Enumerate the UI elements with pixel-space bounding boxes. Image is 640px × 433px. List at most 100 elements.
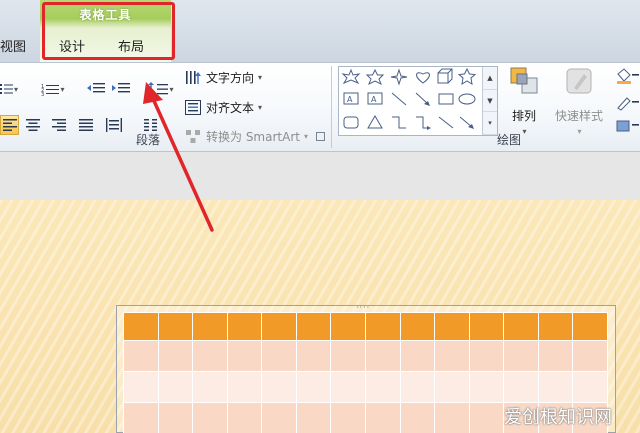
table-cell[interactable] [503, 371, 539, 403]
table-cell[interactable] [226, 371, 263, 403]
table-cell[interactable] [157, 402, 194, 433]
table-cell[interactable] [123, 371, 159, 403]
table-cell[interactable] [261, 312, 297, 341]
table-cell[interactable] [192, 312, 228, 341]
table-cell[interactable] [157, 312, 194, 341]
line-spacing-button[interactable]: ▾ [146, 79, 176, 99]
shape-outline-button[interactable] [614, 93, 640, 113]
increase-indent-button[interactable] [110, 79, 132, 99]
gallery-down-icon[interactable]: ▼ [483, 90, 497, 113]
drawing-group-label: 绘图 [497, 133, 522, 147]
arrange-button[interactable]: 排列 [506, 66, 542, 124]
table-row[interactable] [123, 340, 608, 372]
table-cell[interactable] [364, 402, 401, 433]
cube-shape-icon [437, 68, 453, 84]
numbering-button[interactable]: 123 ▾ [36, 79, 70, 99]
table-row[interactable] [123, 371, 608, 403]
convert-smartart-button[interactable]: 转换为 SmartArt ▾ [184, 128, 308, 145]
table-cell[interactable] [192, 402, 228, 433]
columns-icon [144, 119, 157, 131]
table-cell[interactable] [261, 402, 297, 433]
align-center-button[interactable] [22, 115, 44, 135]
align-right-icon [52, 119, 66, 131]
justify-icon [79, 119, 93, 131]
table-cell[interactable] [364, 340, 401, 372]
align-right-button[interactable] [48, 115, 70, 135]
table-cell[interactable] [123, 340, 159, 372]
chevron-down-icon: ▾ [258, 103, 263, 112]
table-cell[interactable] [572, 340, 608, 372]
table-cell[interactable] [157, 340, 194, 372]
bullets-button[interactable]: ▾ [0, 79, 18, 99]
chevron-down-icon: ▾ [577, 127, 582, 136]
table-cell[interactable] [330, 312, 366, 341]
table-cell[interactable] [399, 402, 436, 433]
table-cell[interactable] [295, 402, 332, 433]
text-direction-icon [184, 70, 202, 86]
align-text-button[interactable]: 对齐文本 ▾ [184, 99, 262, 116]
table-cell[interactable] [226, 312, 263, 341]
table-cell[interactable] [226, 402, 263, 433]
quick-styles-dropdown[interactable]: ▾ [549, 123, 609, 137]
table-cell[interactable] [192, 340, 228, 372]
table-cell[interactable] [399, 340, 436, 372]
table-cell[interactable] [295, 371, 332, 403]
table-cell[interactable] [468, 312, 505, 341]
justify-button[interactable] [75, 115, 97, 135]
shapes-gallery[interactable]: A A [338, 66, 498, 136]
table-cell[interactable] [537, 312, 574, 341]
table-cell[interactable] [468, 340, 505, 372]
text-direction-button[interactable]: 文字方向 ▾ [184, 69, 262, 86]
table-cell[interactable] [192, 371, 228, 403]
table-cell[interactable] [330, 402, 366, 433]
table-cell[interactable] [503, 340, 539, 372]
table-header-row[interactable] [123, 312, 608, 341]
table-cell[interactable] [503, 312, 539, 341]
table-cell[interactable] [330, 340, 366, 372]
paragraph-dialog-launcher[interactable] [316, 132, 325, 141]
table-cell[interactable] [364, 371, 401, 403]
numbered-list-icon: 123 [41, 84, 60, 96]
decrease-indent-button[interactable] [85, 79, 107, 99]
shape-fill-button[interactable] [614, 66, 640, 86]
increase-indent-icon [112, 83, 130, 93]
table-cell[interactable] [157, 371, 194, 403]
table-cell[interactable] [468, 402, 505, 433]
gallery-scroll[interactable]: ▲ ▼ ▾ [482, 67, 497, 136]
group-divider [331, 66, 332, 148]
table-cell[interactable] [537, 340, 574, 372]
arrange-icon [510, 67, 538, 94]
table-cell[interactable] [572, 371, 608, 403]
table-cell[interactable] [434, 402, 470, 433]
quick-styles-button[interactable]: 快速样式 [549, 66, 609, 124]
frame-grip-icon[interactable]: ···· [356, 303, 370, 312]
table-cell[interactable] [123, 312, 159, 341]
star5-shape-icon [457, 67, 477, 85]
table-cell[interactable] [434, 340, 470, 372]
table-cell[interactable] [295, 312, 332, 341]
table-cell[interactable] [399, 312, 436, 341]
align-left-button[interactable] [0, 115, 19, 135]
distribute-button[interactable] [103, 115, 125, 135]
table-cell[interactable] [537, 371, 574, 403]
table-cell[interactable] [468, 371, 505, 403]
table-cell[interactable] [434, 371, 470, 403]
table-cell[interactable] [572, 312, 608, 341]
table-cell[interactable] [226, 340, 263, 372]
shape-effects-button[interactable] [614, 116, 640, 136]
table-cell[interactable] [295, 340, 332, 372]
line2-shape-icon [438, 116, 454, 129]
table-cell[interactable] [364, 312, 401, 341]
table-cell[interactable] [399, 371, 436, 403]
table-cell[interactable] [434, 312, 470, 341]
table-cell[interactable] [123, 402, 159, 433]
gallery-up-icon[interactable]: ▲ [483, 67, 497, 90]
gallery-more-icon[interactable]: ▾ [483, 112, 497, 136]
elbow-connector-icon [392, 116, 406, 129]
convert-smartart-label: 转换为 SmartArt [206, 130, 300, 144]
heart-shape-icon [416, 72, 430, 84]
tab-view[interactable]: 视图 [0, 36, 26, 55]
table-cell[interactable] [261, 340, 297, 372]
table-cell[interactable] [330, 371, 366, 403]
table-cell[interactable] [261, 371, 297, 403]
